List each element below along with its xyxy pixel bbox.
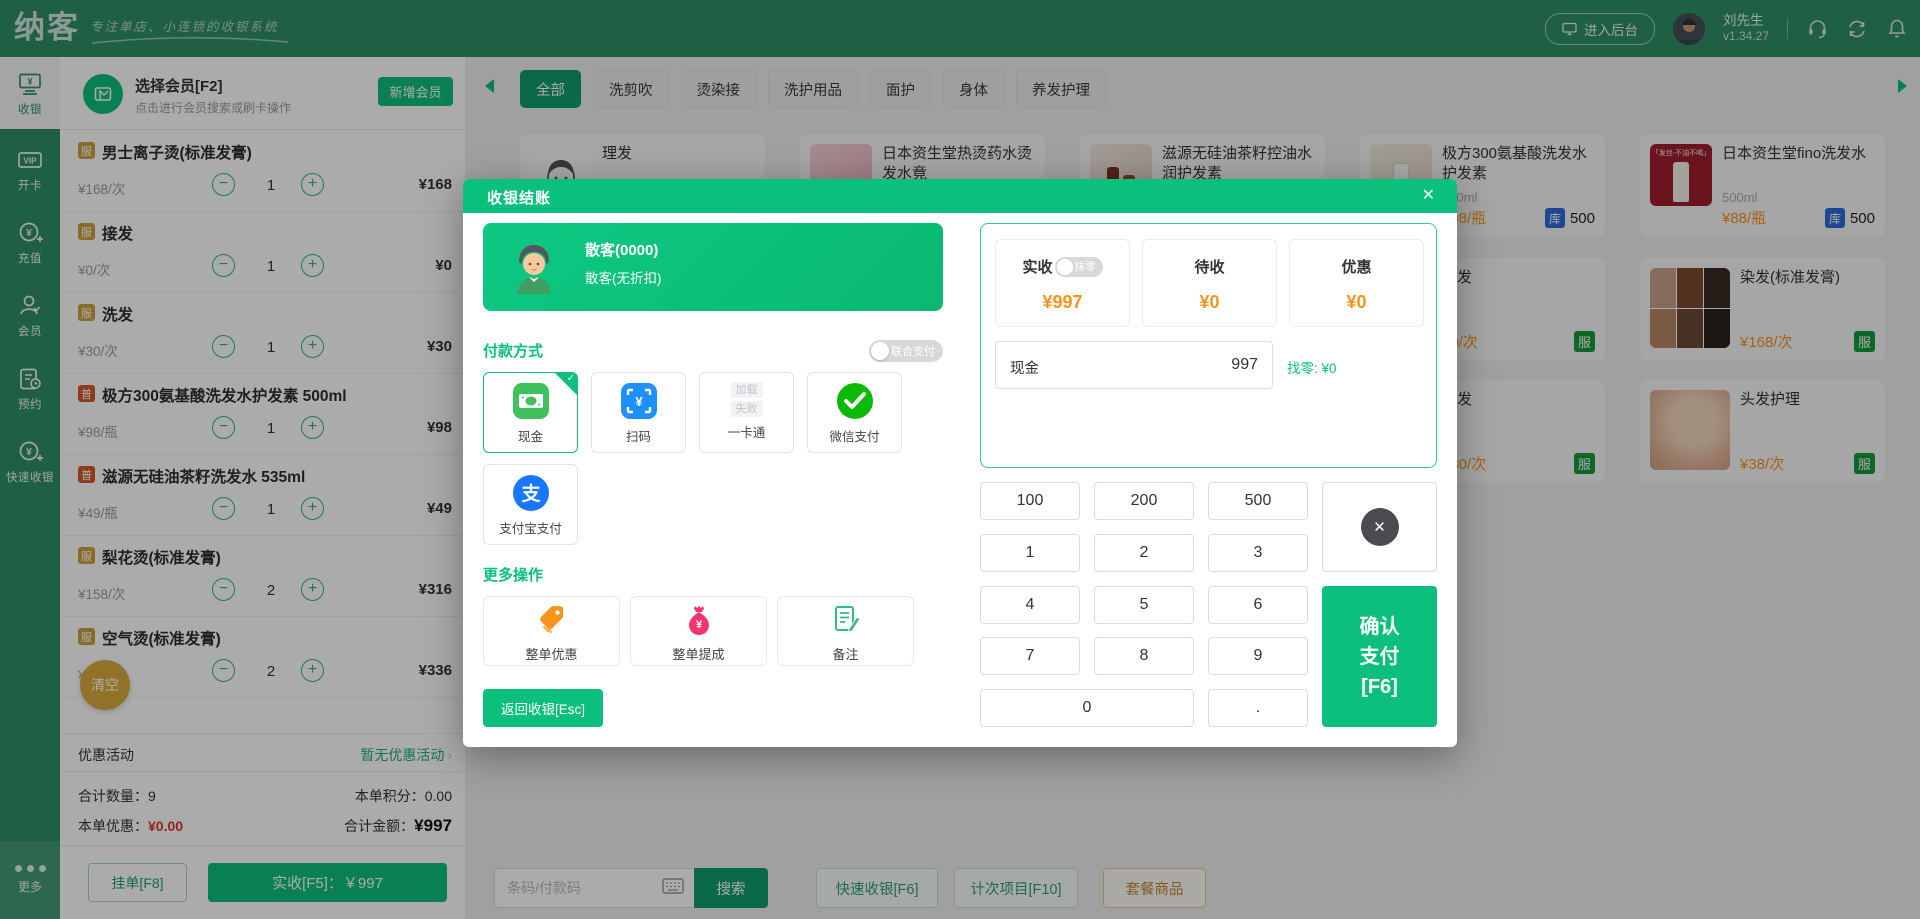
toggle-knob: [871, 342, 889, 360]
received-stat-box: 实收 抹零 ¥997: [995, 239, 1130, 327]
pending-label: 待收: [1194, 256, 1224, 277]
more-operations-label: 更多操作: [483, 564, 543, 585]
check-icon: ✓: [567, 373, 575, 384]
numpad-key-dot[interactable]: .: [1208, 689, 1308, 727]
alipay-icon: 支: [511, 473, 551, 513]
numpad-key-0[interactable]: 0: [980, 689, 1194, 727]
numpad-key-2[interactable]: 2: [1094, 534, 1194, 572]
icon-load-failed-placeholder: 加载 失败: [731, 382, 763, 417]
numpad-key-4[interactable]: 4: [980, 586, 1080, 624]
svg-text:¥: ¥: [635, 394, 643, 409]
modal-member-card: 散客(0000) 散客(无折扣): [483, 223, 943, 311]
payment-summary-panel: 实收 抹零 ¥997 待收 ¥0 优惠 ¥0 现金 997: [980, 223, 1437, 468]
more-op-label: 备注: [832, 644, 858, 663]
wechat-pay-icon: [835, 381, 875, 421]
numpad-key-500[interactable]: 500: [1208, 482, 1308, 520]
numpad-key-8[interactable]: 8: [1094, 637, 1194, 675]
numpad-backspace-button[interactable]: ✕: [1322, 482, 1437, 572]
cash-amount-input[interactable]: 现金 997: [995, 341, 1273, 389]
round-off-toggle[interactable]: 抹零: [1055, 257, 1103, 277]
round-off-label: 抹零: [1075, 259, 1096, 274]
pay-method-onecard[interactable]: 加载 失败 一卡通: [699, 372, 794, 453]
modal-member-level: 散客(无折扣): [585, 267, 662, 287]
pending-stat-box: 待收 ¥0: [1142, 239, 1277, 327]
numpad-key-5[interactable]: 5: [1094, 586, 1194, 624]
cash-input-label: 现金: [1010, 357, 1039, 378]
back-to-cashier-button[interactable]: 返回收银[Esc]: [483, 689, 603, 727]
numpad-key-100[interactable]: 100: [980, 482, 1080, 520]
backspace-icon: ✕: [1361, 508, 1399, 546]
order-discount-button[interactable]: 整单优惠: [483, 596, 620, 666]
pos-app: 纳客 专注单店、小连锁的收银系统 进入后台 刘先生 v1.34.27: [0, 0, 1920, 919]
discount-stat-value: ¥0: [1290, 292, 1423, 313]
pay-method-label: 支付宝支付: [499, 518, 562, 537]
scan-code-icon: ¥: [619, 381, 659, 421]
pay-method-label: 现金: [518, 426, 543, 445]
money-bag-icon: ¥: [679, 599, 719, 639]
received-value: ¥997: [996, 292, 1129, 313]
pay-method-alipay[interactable]: 支 支付宝支付: [483, 464, 578, 545]
more-op-label: 整单提成: [672, 644, 724, 663]
payment-methods-label: 付款方式: [483, 343, 543, 360]
pay-method-cash[interactable]: ✓ 现金: [483, 372, 578, 453]
pay-method-label: 微信支付: [829, 426, 879, 445]
joint-pay-toggle[interactable]: 联合支付: [869, 340, 943, 362]
order-commission-button[interactable]: ¥ 整单提成: [630, 596, 767, 666]
numpad-key-3[interactable]: 3: [1208, 534, 1308, 572]
numpad-key-7[interactable]: 7: [980, 637, 1080, 675]
checkout-modal: 收银结账 ✕ 散客(0000) 散客(无折扣) 付款方式 联合支付 ✓ 现金: [463, 179, 1457, 747]
svg-text:¥: ¥: [695, 619, 702, 631]
numpad: 100 200 500 1 2 3 4 5 6 7 8 9 0 . ✕ 确认 支…: [980, 482, 1437, 727]
cash-icon: [511, 381, 551, 421]
numpad-key-6[interactable]: 6: [1208, 586, 1308, 624]
pay-method-scan[interactable]: ¥ 扫码: [591, 372, 686, 453]
joint-pay-label: 联合支付: [891, 343, 935, 359]
modal-member-name: 散客(0000): [585, 239, 658, 260]
pay-method-wechat[interactable]: 微信支付: [807, 372, 902, 453]
modal-title: 收银结账: [487, 187, 551, 208]
pay-method-label: 一卡通: [728, 422, 766, 441]
numpad-key-200[interactable]: 200: [1094, 482, 1194, 520]
discount-tag-icon: [532, 599, 572, 639]
discount-stat-box: 优惠 ¥0: [1289, 239, 1424, 327]
discount-stat-label: 优惠: [1341, 256, 1371, 277]
cash-input-value: 997: [1231, 356, 1258, 374]
pay-method-label: 扫码: [626, 426, 651, 445]
svg-text:支: 支: [520, 483, 541, 505]
more-op-label: 整单优惠: [525, 644, 577, 663]
note-pen-icon: [826, 599, 866, 639]
toggle-knob: [1057, 259, 1073, 275]
numpad-key-9[interactable]: 9: [1208, 637, 1308, 675]
pending-value: ¥0: [1143, 292, 1276, 313]
numpad-key-1[interactable]: 1: [980, 534, 1080, 572]
modal-header: 收银结账 ✕: [463, 179, 1457, 213]
change-due-text: 找零: ¥0: [1287, 357, 1337, 377]
confirm-pay-button[interactable]: 确认 支付 [F6]: [1322, 586, 1437, 727]
received-label: 实收: [1022, 256, 1052, 277]
order-note-button[interactable]: 备注: [777, 596, 914, 666]
close-icon[interactable]: ✕: [1422, 186, 1435, 206]
member-avatar: [505, 238, 563, 296]
